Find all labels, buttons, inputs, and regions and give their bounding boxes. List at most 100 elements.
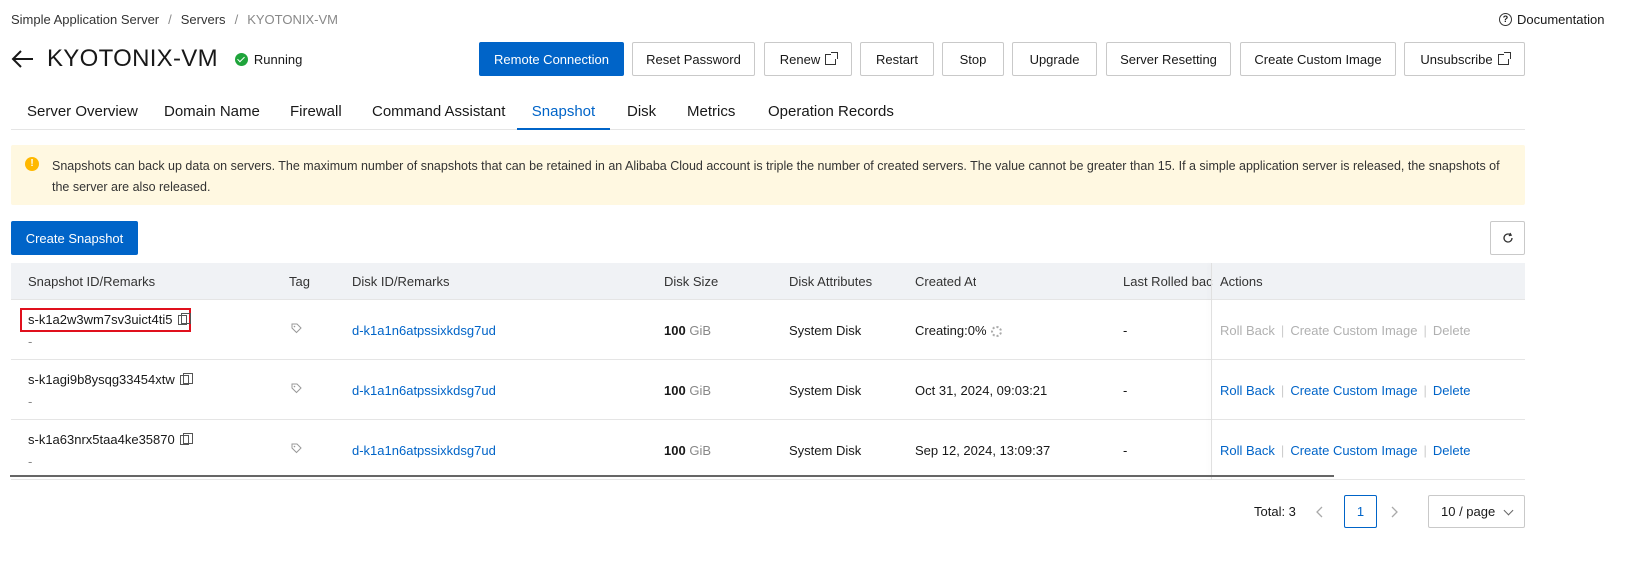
delete-action[interactable]: Delete [1433, 323, 1471, 338]
create-custom-image-action[interactable]: Create Custom Image [1290, 383, 1417, 398]
breadcrumb-item-servers[interactable]: Servers [181, 12, 226, 27]
created-at-cell: Creating:0% [915, 323, 1002, 338]
disk-id-link[interactable]: d-k1a1n6atpssixkdsg7ud [352, 383, 496, 398]
delete-action[interactable]: Delete [1433, 443, 1471, 458]
pagination-total: Total: 3 [1254, 504, 1296, 519]
column-header-actions: Actions [1220, 274, 1263, 289]
reset-password-button[interactable]: Reset Password [632, 42, 755, 76]
action-separator: | [1280, 443, 1285, 458]
disk-id-link[interactable]: d-k1a1n6atpssixkdsg7ud [352, 443, 496, 458]
breadcrumb: Simple Application Server / Servers / KY… [11, 12, 338, 27]
notice-text: Snapshots can back up data on servers. T… [52, 159, 1500, 194]
next-page-button[interactable] [1377, 495, 1410, 528]
server-resetting-button[interactable]: Server Resetting [1106, 42, 1231, 76]
unsubscribe-button[interactable]: Unsubscribe [1404, 42, 1525, 76]
column-header-tag: Tag [289, 274, 310, 289]
snapshot-id-cell: s-k1agi9b8ysqg33454xtw [28, 372, 193, 387]
renew-button[interactable]: Renew [764, 42, 852, 76]
page-size-select[interactable]: 10 / page [1428, 495, 1525, 528]
previous-page-button[interactable] [1303, 495, 1336, 528]
action-separator: | [1280, 383, 1285, 398]
page-title: KYOTONIX-VM [47, 45, 218, 72]
chevron-down-icon [1503, 505, 1514, 516]
page-1-button[interactable]: 1 [1344, 495, 1377, 528]
created-at: Oct 31, 2024, 09:03:21 [915, 383, 1048, 398]
documentation-link[interactable]: ? Documentation [1499, 12, 1604, 27]
column-header-last-rolled-back: Last Rolled back [1123, 274, 1213, 289]
status-badge: Running [234, 52, 302, 67]
snapshot-remark: - [28, 334, 33, 349]
check-circle-icon [234, 52, 248, 66]
external-link-icon [825, 51, 839, 65]
snapshot-id: s-k1a2w3wm7sv3uict4ti5 [28, 312, 173, 327]
create-custom-image-action[interactable]: Create Custom Image [1290, 443, 1417, 458]
help-circle-icon: ? [1499, 13, 1512, 26]
table-row: s-k1a2w3wm7sv3uict4ti5 - d-k1a1n6atpssix… [11, 300, 1525, 360]
refresh-button[interactable] [1490, 221, 1525, 255]
tab-command-assistant[interactable]: Command Assistant [372, 97, 505, 130]
page-size-value: 10 / page [1441, 504, 1496, 519]
created-at: Sep 12, 2024, 13:09:37 [915, 443, 1051, 458]
warning-icon: ! [25, 157, 39, 171]
stop-button[interactable]: Stop [942, 42, 1004, 76]
disk-size-unit: GiB [689, 323, 711, 338]
disk-attribute: System Disk [789, 443, 862, 458]
column-header-created-at: Created At [915, 274, 977, 289]
notice-banner: ! Snapshots can back up data on servers.… [11, 145, 1525, 205]
documentation-label: Documentation [1517, 12, 1605, 27]
copy-icon[interactable] [179, 373, 193, 385]
disk-size-value: 100 [664, 383, 686, 398]
roll-back-action[interactable]: Roll Back [1220, 443, 1275, 458]
column-header-snapshot-id: Snapshot ID/Remarks [28, 274, 156, 289]
actions-cell: Roll Back | Create Custom Image | Delete [1220, 443, 1470, 458]
action-separator: | [1423, 323, 1427, 338]
roll-back-action[interactable]: Roll Back [1220, 323, 1275, 338]
tab-firewall[interactable]: Firewall [290, 97, 342, 130]
last-rolled-back: - [1123, 323, 1128, 338]
last-rolled-back: - [1123, 443, 1128, 458]
action-separator: | [1423, 383, 1427, 398]
snapshot-id: s-k1agi9b8ysqg33454xtw [28, 372, 175, 387]
tab-domain-name[interactable]: Domain Name [164, 97, 260, 130]
breadcrumb-separator: / [234, 12, 239, 27]
renew-label: Renew [779, 51, 821, 67]
restart-button[interactable]: Restart [860, 42, 934, 76]
creating-status: Creating:0% [915, 323, 987, 338]
action-separator: | [1280, 323, 1285, 338]
tab-operation-records[interactable]: Operation Records [768, 97, 894, 130]
horizontal-scrollbar[interactable] [10, 475, 1334, 477]
tag-icon[interactable] [291, 323, 302, 334]
disk-id-link[interactable]: d-k1a1n6atpssixkdsg7ud [352, 323, 496, 338]
copy-icon[interactable] [179, 433, 193, 445]
table-header: Snapshot ID/Remarks Tag Disk ID/Remarks … [11, 263, 1525, 300]
disk-size-cell: 100 GiB [664, 443, 711, 458]
disk-size-value: 100 [664, 323, 686, 338]
disk-size-value: 100 [664, 443, 686, 458]
page-header: KYOTONIX-VM Running [11, 42, 302, 76]
tab-disk[interactable]: Disk [627, 97, 656, 130]
create-custom-image-action[interactable]: Create Custom Image [1290, 323, 1417, 338]
snapshot-id-cell: s-k1a63nrx5taa4ke35870 [28, 432, 193, 447]
tab-bar: Server Overview Domain Name Firewall Com… [11, 97, 1525, 130]
roll-back-action[interactable]: Roll Back [1220, 383, 1275, 398]
tag-icon[interactable] [291, 443, 302, 454]
tab-metrics[interactable]: Metrics [687, 97, 735, 130]
tab-server-overview[interactable]: Server Overview [27, 97, 138, 130]
delete-action[interactable]: Delete [1433, 383, 1471, 398]
last-rolled-back: - [1123, 383, 1128, 398]
actions-cell: Roll Back | Create Custom Image | Delete [1220, 383, 1470, 398]
tab-snapshot[interactable]: Snapshot [517, 97, 610, 130]
upgrade-button[interactable]: Upgrade [1012, 42, 1097, 76]
snapshot-remark: - [28, 454, 33, 469]
create-custom-image-button[interactable]: Create Custom Image [1240, 42, 1396, 76]
remote-connection-button[interactable]: Remote Connection [479, 42, 624, 76]
column-header-disk-attributes: Disk Attributes [789, 274, 873, 289]
disk-size-cell: 100 GiB [664, 383, 711, 398]
tag-icon[interactable] [291, 383, 302, 394]
external-link-icon [1497, 51, 1511, 65]
breadcrumb-item-simple-application-server[interactable]: Simple Application Server [11, 12, 159, 27]
create-snapshot-button[interactable]: Create Snapshot [11, 221, 138, 255]
action-separator: | [1423, 443, 1427, 458]
back-arrow-icon[interactable] [11, 47, 37, 71]
copy-icon[interactable] [177, 313, 191, 325]
